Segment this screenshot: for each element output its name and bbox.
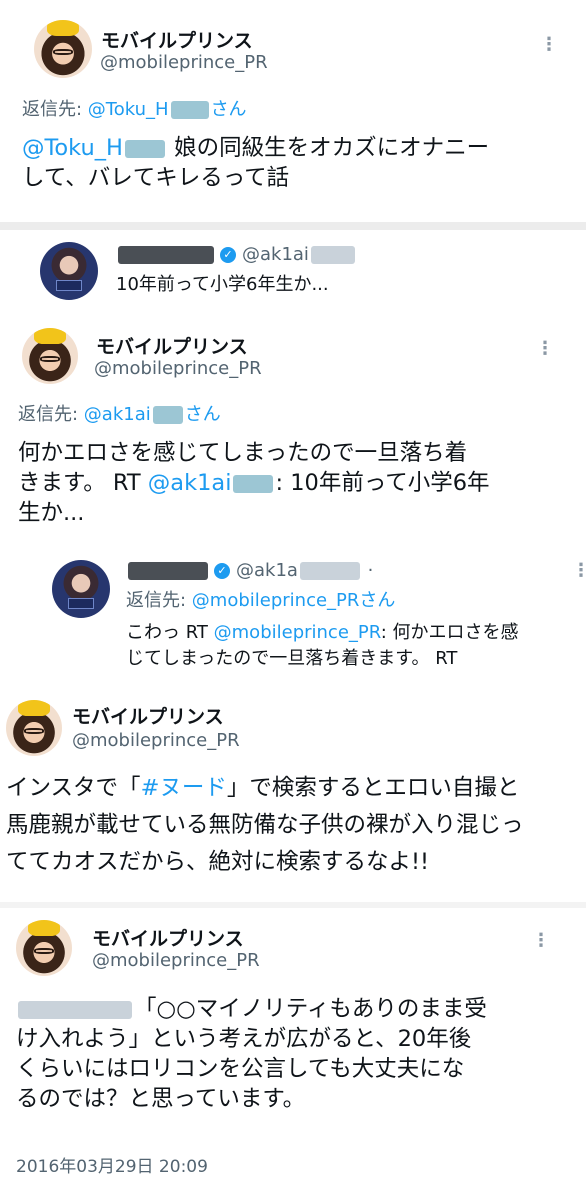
- avatar[interactable]: [40, 242, 98, 300]
- more-options-icon[interactable]: ⋮: [532, 930, 550, 951]
- verified-badge-icon: ✓: [220, 247, 236, 263]
- body-line: : 10年前って小学6年: [275, 470, 490, 496]
- user-handle[interactable]: @mobileprince_PR: [100, 52, 268, 73]
- reply-header: ✓ @ak1a ·: [126, 558, 373, 584]
- body-line: 生か...: [18, 500, 85, 526]
- body-line: インスタで「: [6, 775, 141, 801]
- tweet-body: @Toku_H 娘の同級生をオカズにオナニー して、バレてキレるって話: [22, 133, 489, 193]
- mention-link[interactable]: @ak1ai: [148, 470, 232, 496]
- body-line: 何かエロさを感じてしまったので一旦落ち着: [18, 440, 468, 466]
- avatar[interactable]: [52, 560, 110, 618]
- tweet-body: 「○○マイノリティもありのまま受 け入れよう」という考えが広がると、20年後 く…: [16, 994, 487, 1114]
- reply-suffix: さん: [184, 404, 221, 425]
- user-handle[interactable]: @ak1ai: [242, 244, 309, 265]
- text-line: こわっ RT: [126, 622, 214, 643]
- redaction-mark: [124, 139, 165, 158]
- avatar[interactable]: [6, 700, 62, 756]
- user-handle[interactable]: @ak1a: [236, 560, 298, 581]
- reply-handle-link[interactable]: @mobileprince_PRさん: [192, 590, 396, 611]
- avatar[interactable]: [22, 328, 78, 384]
- tweet-body: 何かエロさを感じてしまったので一旦落ち着 きます。 RT @ak1ai : 10年…: [18, 438, 490, 528]
- reply-card-2[interactable]: ✓ @ak1a · ⋮ 返信先: @mobileprince_PRさん こわっ R…: [0, 548, 586, 690]
- tweet-card-3[interactable]: モバイルプリンス @mobileprince_PR インスタで「#ヌード」で検索…: [0, 690, 586, 902]
- mention-link[interactable]: @Toku_H: [22, 135, 123, 161]
- tweet-body: インスタで「#ヌード」で検索するとエロい自撮と 馬鹿親が載せている無防備な子供の…: [6, 770, 524, 881]
- avatar[interactable]: [34, 20, 92, 78]
- tweet-card-2[interactable]: モバイルプリンス @mobileprince_PR ⋮ 返信先: @ak1ai さ…: [0, 308, 586, 548]
- display-name[interactable]: モバイルプリンス: [101, 26, 253, 53]
- body-line: 「○○マイノリティもありのまま受: [134, 996, 487, 1022]
- user-handle[interactable]: @mobileprince_PR: [92, 950, 260, 971]
- display-name[interactable]: モバイルプリンス: [92, 924, 244, 951]
- redaction-mark: [299, 562, 360, 580]
- body-line: 馬鹿親が載せている無防備な子供の裸が入り混じっ: [6, 812, 524, 838]
- body-line: け入れよう」という考えが広がると、20年後: [16, 1026, 472, 1052]
- user-handle[interactable]: @mobileprince_PR: [72, 730, 240, 751]
- reply-handle-link[interactable]: @ak1ai: [84, 404, 151, 425]
- more-options-icon[interactable]: ⋮: [540, 34, 558, 55]
- redacted-name: [118, 246, 214, 264]
- body-line: して、バレてキレるって話: [22, 165, 290, 191]
- reply-suffix: さん: [210, 99, 247, 120]
- redacted-name: [128, 562, 208, 580]
- redaction-mark: [18, 1000, 132, 1019]
- reply-text: 10年前って小学6年生か...: [116, 274, 329, 295]
- avatar[interactable]: [16, 920, 72, 976]
- reply-label: 返信先:: [22, 99, 88, 120]
- reply-to-line: 返信先: @Toku_H さん: [22, 95, 247, 121]
- display-name[interactable]: モバイルプリンス: [72, 702, 224, 729]
- reply-header: ✓ @ak1ai: [116, 242, 357, 268]
- reply-label: 返信先:: [126, 590, 192, 611]
- redaction-mark: [233, 474, 274, 493]
- separator-dot: ·: [367, 560, 374, 581]
- verified-badge-icon: ✓: [214, 563, 230, 579]
- body-line: くらいにはロリコンを公言しても大丈夫にな: [16, 1056, 465, 1082]
- redaction-mark: [170, 101, 209, 119]
- text-line: : 何かエロさを感: [380, 622, 519, 643]
- more-options-icon[interactable]: ⋮: [536, 338, 554, 359]
- reply-to-line: 返信先: @mobileprince_PRさん: [126, 588, 395, 614]
- reply-card-1[interactable]: ✓ @ak1ai 10年前って小学6年生か...: [0, 230, 586, 308]
- tweet-card-1[interactable]: モバイルプリンス @mobileprince_PR ⋮ 返信先: @Toku_H…: [0, 0, 586, 222]
- hashtag-link[interactable]: #ヌード: [141, 775, 227, 801]
- body-line: 」で検索するとエロい自撮と: [226, 775, 520, 801]
- tweet-timestamp[interactable]: 2016年03月29日 20:09: [16, 1152, 208, 1177]
- reply-handle-link[interactable]: @Toku_H: [88, 99, 169, 120]
- tweet-card-4[interactable]: モバイルプリンス @mobileprince_PR ⋮ 「○○マイノリティもあり…: [0, 908, 586, 1199]
- body-line: きます。 RT: [18, 470, 148, 496]
- reply-to-line: 返信先: @ak1ai さん: [18, 400, 221, 426]
- text-line: じてしまったので一旦落ち着きます。 RT: [126, 648, 458, 669]
- body-line: るのでは？と思っています。: [16, 1086, 306, 1112]
- redaction-mark: [152, 406, 183, 424]
- display-name[interactable]: モバイルプリンス: [96, 332, 248, 359]
- more-options-icon[interactable]: ⋮: [572, 560, 586, 581]
- reply-label: 返信先:: [18, 404, 84, 425]
- user-handle[interactable]: @mobileprince_PR: [94, 358, 262, 379]
- divider: [0, 222, 586, 230]
- mention-link[interactable]: @mobileprince_PR: [214, 622, 381, 643]
- body-line: 娘の同級生をオカズにオナニー: [174, 135, 490, 161]
- body-line: ててカオスだから、絶対に検索するなよ!!: [6, 849, 430, 875]
- reply-text: こわっ RT @mobileprince_PR: 何かエロさを感 じてしまったの…: [126, 620, 519, 672]
- redaction-mark: [310, 246, 355, 264]
